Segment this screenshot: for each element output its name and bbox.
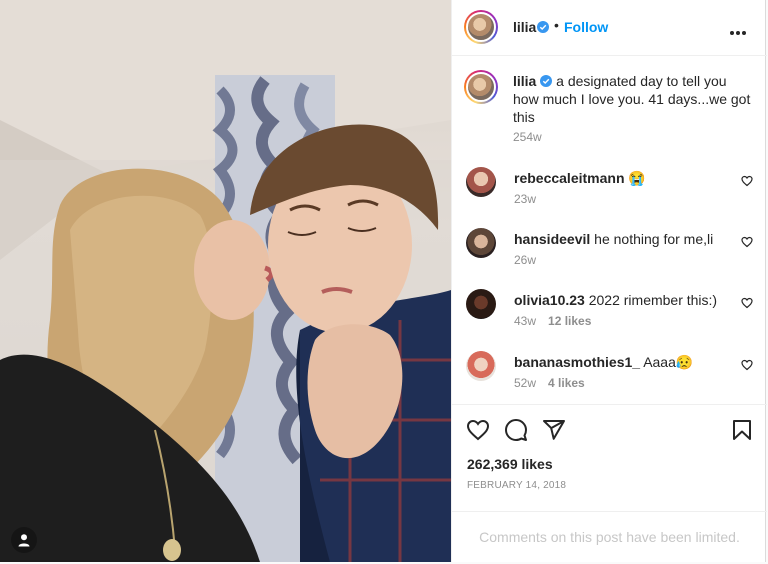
commenter-avatar[interactable] <box>466 351 496 381</box>
like-count[interactable]: 262,369 likes <box>467 456 553 472</box>
post-modal: lilia • Follow lilia a designated day to… <box>0 0 768 564</box>
more-options-icon[interactable] <box>730 22 750 35</box>
comment-likes[interactable]: 4 likes <box>548 376 585 390</box>
comment-username[interactable]: olivia10.23 <box>514 292 585 308</box>
comments-limited-notice: Comments on this post have been limited. <box>452 511 767 562</box>
commenter-avatar[interactable] <box>466 289 496 319</box>
user-tag-icon <box>18 534 30 547</box>
comment-username[interactable]: rebeccaleitmann <box>514 170 625 186</box>
verified-badge-icon <box>537 21 549 33</box>
comment-time[interactable]: 43w <box>514 314 536 328</box>
comment-likes[interactable]: 12 likes <box>548 314 591 328</box>
comment-item: bananasmothies1_ Aaaa😥 52w 4 likes <box>466 351 761 395</box>
comment-item: hansideevil he nothing for me,li 26w <box>466 228 761 272</box>
author-avatar[interactable] <box>464 10 498 44</box>
caption-username[interactable]: lilia <box>513 73 536 89</box>
caption-avatar[interactable] <box>464 70 498 104</box>
comment-username[interactable]: bananasmothies1_ <box>514 354 640 370</box>
photo-illustration <box>0 0 451 562</box>
bookmark-icon[interactable] <box>730 418 754 442</box>
post-actions-bar <box>452 404 767 452</box>
user-tag-button[interactable] <box>11 527 37 553</box>
comment-like-heart-icon[interactable] <box>741 236 753 248</box>
comment-text: 😭 <box>628 170 646 186</box>
post-date[interactable]: FEBRUARY 14, 2018 <box>467 480 566 491</box>
comment-text: he nothing for me,li <box>594 231 714 247</box>
comment-like-heart-icon[interactable] <box>741 359 753 371</box>
follow-button[interactable]: Follow <box>564 19 608 35</box>
comment-time[interactable]: 23w <box>514 192 536 206</box>
comment-username[interactable]: hansideevil <box>514 231 590 247</box>
heart-icon[interactable] <box>466 418 490 442</box>
comment-item: olivia10.23 2022 rimember this:) 43w 12 l… <box>466 289 761 333</box>
comment-like-heart-icon[interactable] <box>741 297 753 309</box>
comment-time[interactable]: 52w <box>514 376 536 390</box>
author-username[interactable]: lilia <box>513 19 536 35</box>
comment-time[interactable]: 26w <box>514 253 536 267</box>
verified-badge-icon <box>540 75 553 87</box>
comment-text: Aaaa😥 <box>643 354 694 370</box>
comment-icon[interactable] <box>504 418 528 442</box>
post-header: lilia • Follow <box>452 0 767 56</box>
comment-like-heart-icon[interactable] <box>741 175 753 187</box>
commenter-avatar[interactable] <box>466 167 496 197</box>
comment-text: 2022 rimember this:) <box>588 292 718 308</box>
comment-item: rebeccaleitmann 😭 23w <box>466 167 761 211</box>
caption-text-block: lilia a designated day to tell you how m… <box>513 72 753 126</box>
post-sidebar: lilia • Follow lilia a designated day to… <box>451 0 767 562</box>
caption-time[interactable]: 254w <box>513 130 542 144</box>
post-photo[interactable] <box>0 0 451 562</box>
commenter-avatar[interactable] <box>466 228 496 258</box>
header-separator: • <box>554 17 559 33</box>
share-icon[interactable] <box>542 418 566 442</box>
